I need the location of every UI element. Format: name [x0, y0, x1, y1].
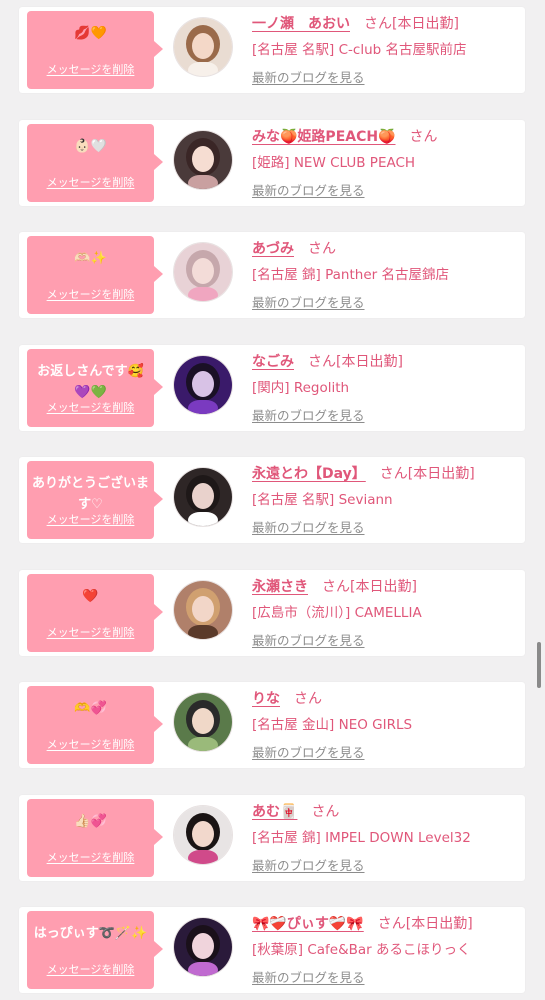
latest-blog-link[interactable]: 最新のブログを見る: [252, 180, 365, 199]
avatar[interactable]: [174, 918, 232, 976]
list-item: お返しさんです🥰💜💚 メッセージを削除 なごみ さん[本日出勤] [関内] Reg…: [19, 344, 525, 431]
honorific: さん: [294, 691, 322, 707]
message-text: 🫶🏻✨: [74, 251, 107, 266]
list-item: ❤️ メッセージを削除 永瀬さき さん[本日出勤] [広島市（流川）] CAMEL…: [19, 569, 525, 656]
shop-name: [姫路] NEW CLUB PEACH: [252, 154, 416, 171]
name-line: 永瀬さき さん[本日出勤]: [252, 576, 519, 596]
cast-name-link[interactable]: 永遠とわ【Day】: [252, 466, 366, 482]
avatar[interactable]: [174, 130, 232, 189]
name-line: みな🍑姫路PEACH🍑 さん: [252, 126, 519, 146]
latest-blog-link[interactable]: 最新のブログを見る: [252, 630, 365, 649]
list-item: 👍🏻💞 メッセージを削除 あむ🀄 さん [名古屋 錦] IMPEL DOWN Le…: [19, 794, 525, 881]
delete-message-link[interactable]: メッセージを削除: [27, 624, 154, 640]
delete-message-link[interactable]: メッセージを削除: [27, 286, 154, 302]
message-text: 👍🏻💞: [74, 813, 107, 829]
delete-message-link[interactable]: メッセージを削除: [27, 61, 154, 77]
cast-name-link[interactable]: あづみ: [252, 241, 294, 257]
list-item: 💋🧡 メッセージを削除 一ノ瀬 あおい さん[本日出勤] [名古屋 名駅] C-c…: [19, 7, 525, 93]
avatar[interactable]: [174, 355, 232, 414]
shop-name: [名古屋 名駅] Seviann: [252, 492, 393, 508]
status-badge: [本日出勤]: [350, 578, 417, 595]
delete-message-link[interactable]: メッセージを削除: [27, 511, 154, 527]
list-item: ありがとうございます♡ メッセージを削除 永遠とわ【Day】 さん[本日出勤] […: [19, 457, 525, 543]
cast-name-link[interactable]: 🎀❤️‍🩹ぴぃす❤️‍🩹🎀: [252, 916, 364, 932]
shop-name: [秋葉原] Cafe&Bar あるこほりっく: [252, 942, 471, 958]
name-line: あむ🀄 さん: [252, 801, 519, 821]
latest-blog-link[interactable]: 最新のブログを見る: [252, 517, 365, 536]
shop-name: [名古屋 錦] Panther 名古屋錦店: [252, 267, 449, 283]
message-bubble: はっぴぃす➰🪄✨ メッセージを削除: [27, 911, 163, 989]
list-item: 🫶🏻✨ メッセージを削除 あづみ さん [名古屋 錦] Panther 名古屋錦店…: [19, 232, 525, 318]
latest-blog-link[interactable]: 最新のブログを見る: [252, 67, 365, 86]
honorific: さん: [322, 578, 350, 595]
name-line: 一ノ瀬 あおい さん[本日出勤]: [252, 13, 519, 33]
cast-name-link[interactable]: あむ🀄: [252, 804, 297, 820]
status-badge: [本日出勤]: [336, 353, 403, 370]
cast-name-link[interactable]: りな: [252, 691, 280, 707]
name-line: 🎀❤️‍🩹ぴぃす❤️‍🩹🎀 さん[本日出勤]: [252, 913, 519, 933]
cast-name-link[interactable]: みな🍑姫路PEACH🍑: [252, 129, 396, 145]
delete-message-link[interactable]: メッセージを削除: [27, 399, 154, 415]
latest-blog-link[interactable]: 最新のブログを見る: [252, 967, 365, 986]
status-badge: [本日出勤]: [405, 916, 473, 932]
shop-name: [名古屋 名駅] C-club 名古屋駅前店: [252, 42, 467, 58]
latest-blog-link[interactable]: 最新のブログを見る: [252, 742, 365, 761]
name-line: あづみ さん: [252, 238, 519, 258]
cast-name-link[interactable]: 一ノ瀬 あおい: [252, 16, 350, 32]
honorific: さん: [364, 16, 392, 32]
message-bubble: 🫶💞 メッセージを削除: [27, 686, 163, 764]
delete-message-link[interactable]: メッセージを削除: [27, 174, 154, 190]
message-text: 👶🏻🤍: [74, 138, 107, 154]
list-item: はっぴぃす➰🪄✨ メッセージを削除 🎀❤️‍🩹ぴぃす❤️‍🩹🎀 さん[本日出勤] …: [19, 907, 525, 993]
list-item: 👶🏻🤍 メッセージを削除 みな🍑姫路PEACH🍑 さん [姫路] NEW CLUB…: [19, 119, 525, 206]
latest-blog-link[interactable]: 最新のブログを見る: [252, 405, 365, 424]
delete-message-link[interactable]: メッセージを削除: [27, 961, 154, 977]
name-line: なごみ さん[本日出勤]: [252, 351, 519, 371]
message-bubble: お返しさんです🥰💜💚 メッセージを削除: [27, 348, 163, 427]
name-line: 永遠とわ【Day】 さん[本日出勤]: [252, 463, 519, 483]
message-bubble: 👶🏻🤍 メッセージを削除: [27, 123, 163, 202]
message-text: はっぴぃす➰🪄✨: [33, 926, 148, 941]
message-bubble: ❤️ メッセージを削除: [27, 573, 163, 652]
avatar[interactable]: [174, 693, 232, 751]
honorific: さん: [311, 803, 340, 820]
avatar[interactable]: [174, 18, 232, 76]
message-bubble: 👍🏻💞 メッセージを削除: [27, 798, 163, 877]
message-bubble: 🫶🏻✨ メッセージを削除: [27, 236, 163, 314]
shop-name: [関内] Regolith: [252, 379, 350, 396]
shop-name: [名古屋 金山] NEO GIRLS: [252, 717, 413, 733]
message-text: お返しさんです🥰💜💚: [37, 363, 144, 400]
message-text: 💋🧡: [74, 26, 107, 41]
honorific: さん: [379, 466, 408, 482]
delete-message-link[interactable]: メッセージを削除: [27, 849, 154, 865]
latest-blog-link[interactable]: 最新のブログを見る: [252, 855, 365, 874]
message-bubble: 💋🧡 メッセージを削除: [27, 11, 163, 89]
message-bubble: ありがとうございます♡ メッセージを削除: [27, 461, 163, 539]
scrollbar[interactable]: [537, 642, 541, 688]
cast-name-link[interactable]: 永瀬さき: [252, 579, 308, 595]
latest-blog-link[interactable]: 最新のブログを見る: [252, 292, 365, 311]
avatar[interactable]: [174, 468, 232, 526]
message-text: 🫶💞: [74, 701, 107, 716]
cast-name-link[interactable]: なごみ: [252, 354, 294, 370]
status-badge: [本日出勤]: [392, 16, 459, 32]
honorific: さん: [409, 128, 438, 145]
shop-name: [広島市（流川）] CAMELLIA: [252, 604, 422, 621]
delete-message-link[interactable]: メッセージを削除: [27, 736, 154, 752]
avatar[interactable]: [174, 805, 232, 864]
avatar[interactable]: [174, 580, 232, 639]
avatar[interactable]: [174, 243, 232, 301]
message-text: ❤️: [82, 588, 99, 604]
name-line: りな さん: [252, 688, 519, 708]
honorific: さん: [377, 916, 406, 932]
list-item: 🫶💞 メッセージを削除 りな さん [名古屋 金山] NEO GIRLS 最新のブ…: [19, 682, 525, 768]
message-text: ありがとうございます♡: [31, 476, 149, 512]
shop-name: [名古屋 錦] IMPEL DOWN Level32: [252, 829, 471, 846]
honorific: さん: [308, 353, 336, 370]
status-badge: [本日出勤]: [407, 466, 475, 482]
honorific: さん: [308, 241, 336, 257]
